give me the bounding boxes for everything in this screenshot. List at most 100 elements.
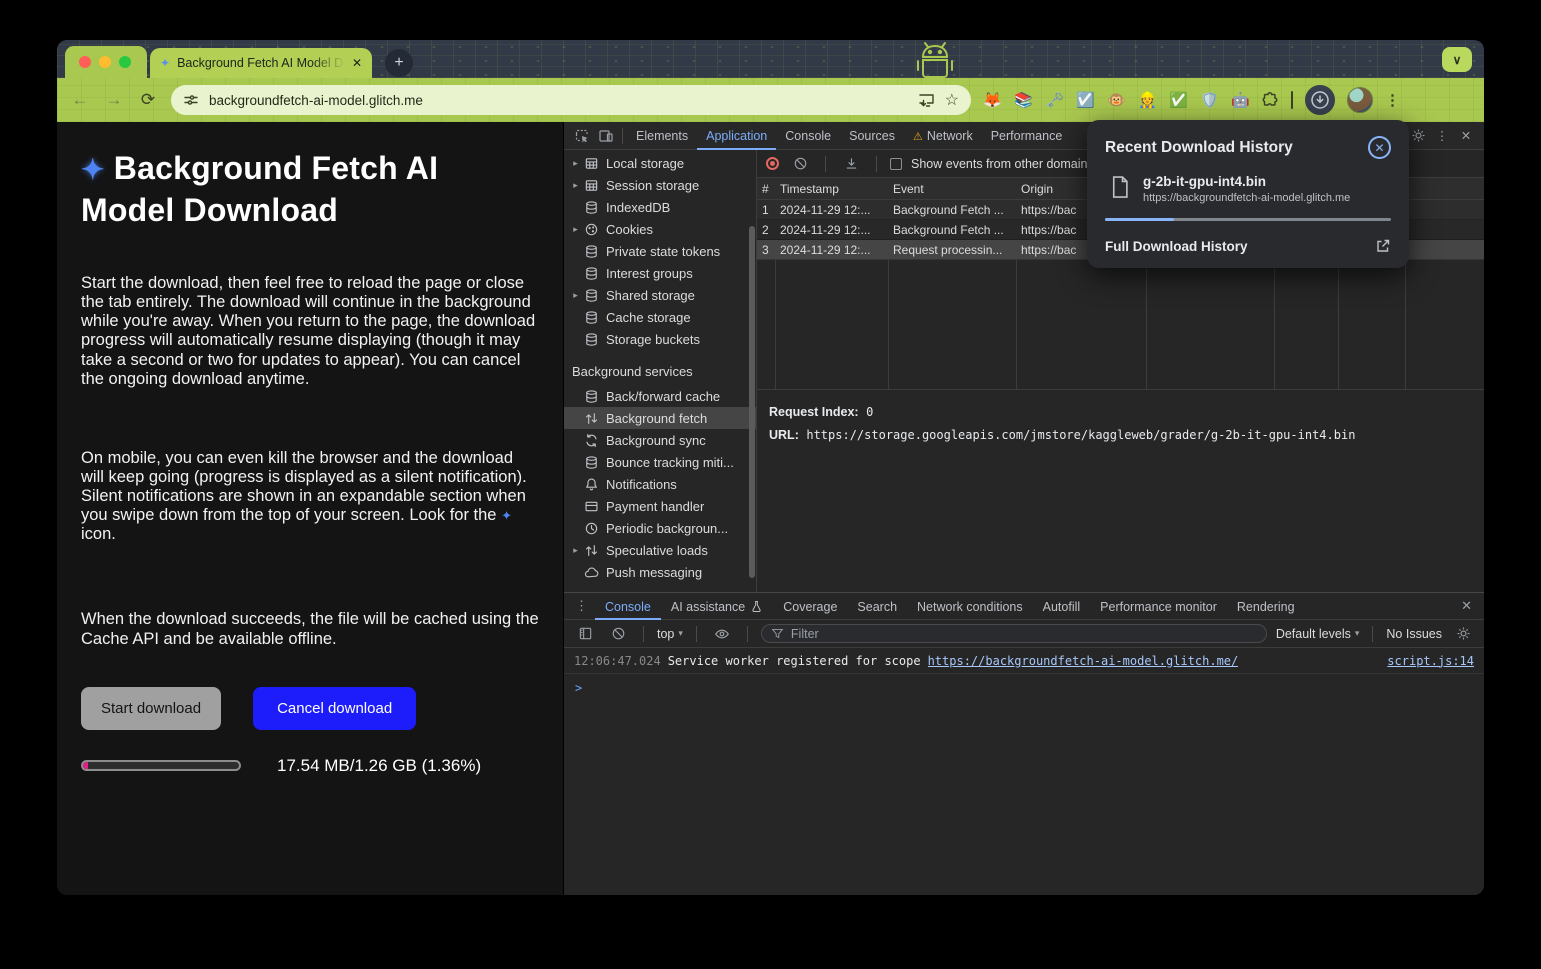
log-levels-selector[interactable]: Default levels ▾ [1276, 627, 1360, 641]
browser-tab[interactable]: ✦ Background Fetch AI Model D ✕ [150, 48, 372, 78]
tab-close-icon[interactable]: ✕ [352, 56, 362, 70]
sidebar-item[interactable]: Payment handler [564, 495, 756, 517]
intro-paragraph: Start the download, then feel free to re… [81, 274, 539, 389]
issues-counter[interactable]: No Issues [1386, 627, 1442, 641]
sidebar-item[interactable]: ▸ Local storage [564, 152, 756, 174]
eye-icon[interactable] [710, 623, 734, 645]
sidebar-scrollbar[interactable] [749, 226, 755, 578]
zoom-window-button[interactable] [119, 56, 131, 68]
database-icon [584, 331, 600, 347]
extension-icon[interactable]: ☑️ [1076, 93, 1094, 108]
sidebar-item[interactable]: Cache storage [564, 306, 756, 328]
sidebar-item[interactable]: Interest groups [564, 262, 756, 284]
open-in-new-icon[interactable] [1375, 238, 1391, 254]
expand-arrow-icon[interactable]: ▸ [569, 158, 582, 169]
minimize-window-button[interactable] [99, 56, 111, 68]
devtools-tab[interactable]: ⚠ Network [904, 122, 982, 150]
extension-icon[interactable]: 🛡️ [1200, 93, 1218, 108]
extension-icon[interactable]: 👷 [1138, 93, 1156, 108]
expand-arrow-icon[interactable]: ▸ [569, 180, 582, 191]
extension-icon[interactable]: 🗝️ [1045, 93, 1063, 108]
expand-arrow-icon[interactable]: ▸ [569, 290, 582, 301]
extensions-puzzle-icon[interactable] [1261, 91, 1279, 109]
filter-input[interactable] [791, 627, 1257, 641]
extension-icon[interactable]: ✅ [1169, 93, 1187, 108]
devtools-tab[interactable]: Console [776, 122, 840, 150]
reload-button[interactable]: ⟳ [137, 90, 159, 110]
sidebar-item[interactable]: Background fetch [564, 407, 756, 429]
cancel-download-button[interactable]: Cancel download [253, 687, 416, 730]
devtools-tab[interactable]: Elements [627, 122, 697, 150]
sidebar-item[interactable]: ▸ Session storage [564, 174, 756, 196]
profile-avatar[interactable] [1347, 87, 1373, 113]
address-bar[interactable]: backgroundfetch-ai-model.glitch.me ☆ [171, 85, 971, 115]
context-selector[interactable]: top ▾ [657, 627, 683, 641]
updown-icon [584, 542, 600, 558]
log-source-link[interactable]: script.js:14 [1387, 654, 1474, 668]
show-events-checkbox[interactable] [890, 158, 902, 170]
sidebar-item[interactable]: ▸ Shared storage [564, 284, 756, 306]
extension-icon[interactable]: 🤖 [1231, 93, 1249, 108]
table-icon [584, 155, 600, 171]
drawer-tab[interactable]: Console [595, 593, 661, 620]
popup-close-icon[interactable]: ✕ [1368, 136, 1391, 159]
drawer-close-icon[interactable]: ✕ [1457, 598, 1476, 614]
extension-icon[interactable]: 📚 [1014, 93, 1032, 108]
sidebar-item[interactable]: Back/forward cache [564, 385, 756, 407]
sidebar-item[interactable]: Storage buckets [564, 328, 756, 350]
drawer-tab[interactable]: Autofill [1033, 593, 1091, 620]
clear-icon[interactable] [788, 153, 812, 175]
close-window-button[interactable] [79, 56, 91, 68]
expand-arrow-icon[interactable]: ▸ [569, 224, 582, 235]
console-settings-icon[interactable] [1451, 623, 1475, 645]
extension-icon[interactable]: 🦊 [983, 93, 1001, 108]
drawer-tab[interactable]: Network conditions [907, 593, 1033, 620]
start-download-button[interactable]: Start download [81, 687, 221, 730]
expand-arrow-icon[interactable]: ▸ [569, 545, 582, 556]
downloads-button[interactable] [1305, 85, 1335, 115]
site-settings-icon[interactable] [183, 92, 199, 108]
sidebar-item[interactable]: Background sync [564, 429, 756, 451]
back-button[interactable]: ← [69, 90, 91, 110]
drawer-tab[interactable]: Performance monitor [1090, 593, 1227, 620]
drawer-tab[interactable]: Search [847, 593, 907, 620]
log-scope-link[interactable]: https://backgroundfetch-ai-model.glitch.… [928, 654, 1239, 668]
drawer-tab[interactable]: Coverage [773, 593, 847, 620]
url-text[interactable]: backgroundfetch-ai-model.glitch.me [209, 93, 908, 108]
drawer-tab[interactable]: Rendering [1227, 593, 1305, 620]
sidebar-item[interactable]: ▸ Speculative loads [564, 539, 756, 561]
console-filter[interactable] [761, 624, 1267, 643]
send-to-device-icon[interactable] [918, 92, 935, 108]
extension-icon[interactable]: 🐵 [1107, 93, 1125, 108]
record-icon[interactable] [766, 157, 779, 170]
console-prompt[interactable]: > [564, 674, 1484, 702]
devtools-tab[interactable]: Application [697, 122, 776, 150]
devtools-close-icon[interactable]: ✕ [1454, 125, 1478, 147]
devtools-settings-icon[interactable] [1406, 125, 1430, 147]
sidebar-item[interactable]: Bounce tracking miti... [564, 451, 756, 473]
console-sidebar-icon[interactable] [573, 623, 597, 645]
new-tab-button[interactable]: + [385, 49, 413, 77]
devtools-tab[interactable]: Sources [840, 122, 904, 150]
window-chevron-button[interactable]: ∨ [1442, 47, 1472, 72]
device-toolbar-icon[interactable] [594, 125, 618, 147]
sidebar-item[interactable]: Periodic backgroun... [564, 517, 756, 539]
drawer-menu-icon[interactable]: ⋮ [568, 598, 595, 614]
devtools-menu-icon[interactable]: ⋮ [1430, 125, 1454, 147]
sidebar-item[interactable]: IndexedDB [564, 196, 756, 218]
devtools-tab[interactable]: Performance [982, 122, 1072, 150]
show-events-label[interactable]: Show events from other domains [911, 157, 1094, 171]
full-download-history-link[interactable]: Full Download History [1105, 239, 1248, 254]
drawer-tab[interactable]: AI assistance [661, 593, 773, 620]
save-events-icon[interactable] [839, 153, 863, 175]
forward-button[interactable]: → [103, 90, 125, 110]
sidebar-item[interactable]: Notifications [564, 473, 756, 495]
clear-console-icon[interactable] [606, 623, 630, 645]
bookmark-star-icon[interactable]: ☆ [945, 90, 959, 110]
browser-menu-icon[interactable]: ⋮ [1385, 91, 1400, 109]
sidebar-item[interactable]: Private state tokens [564, 240, 756, 262]
inspect-element-icon[interactable] [570, 125, 594, 147]
sidebar-item[interactable]: ▸ Cookies [564, 218, 756, 240]
download-file-row[interactable]: g-2b-it-gpu-int4.bin https://backgroundf… [1105, 174, 1391, 204]
sidebar-item[interactable]: Push messaging [564, 561, 756, 583]
